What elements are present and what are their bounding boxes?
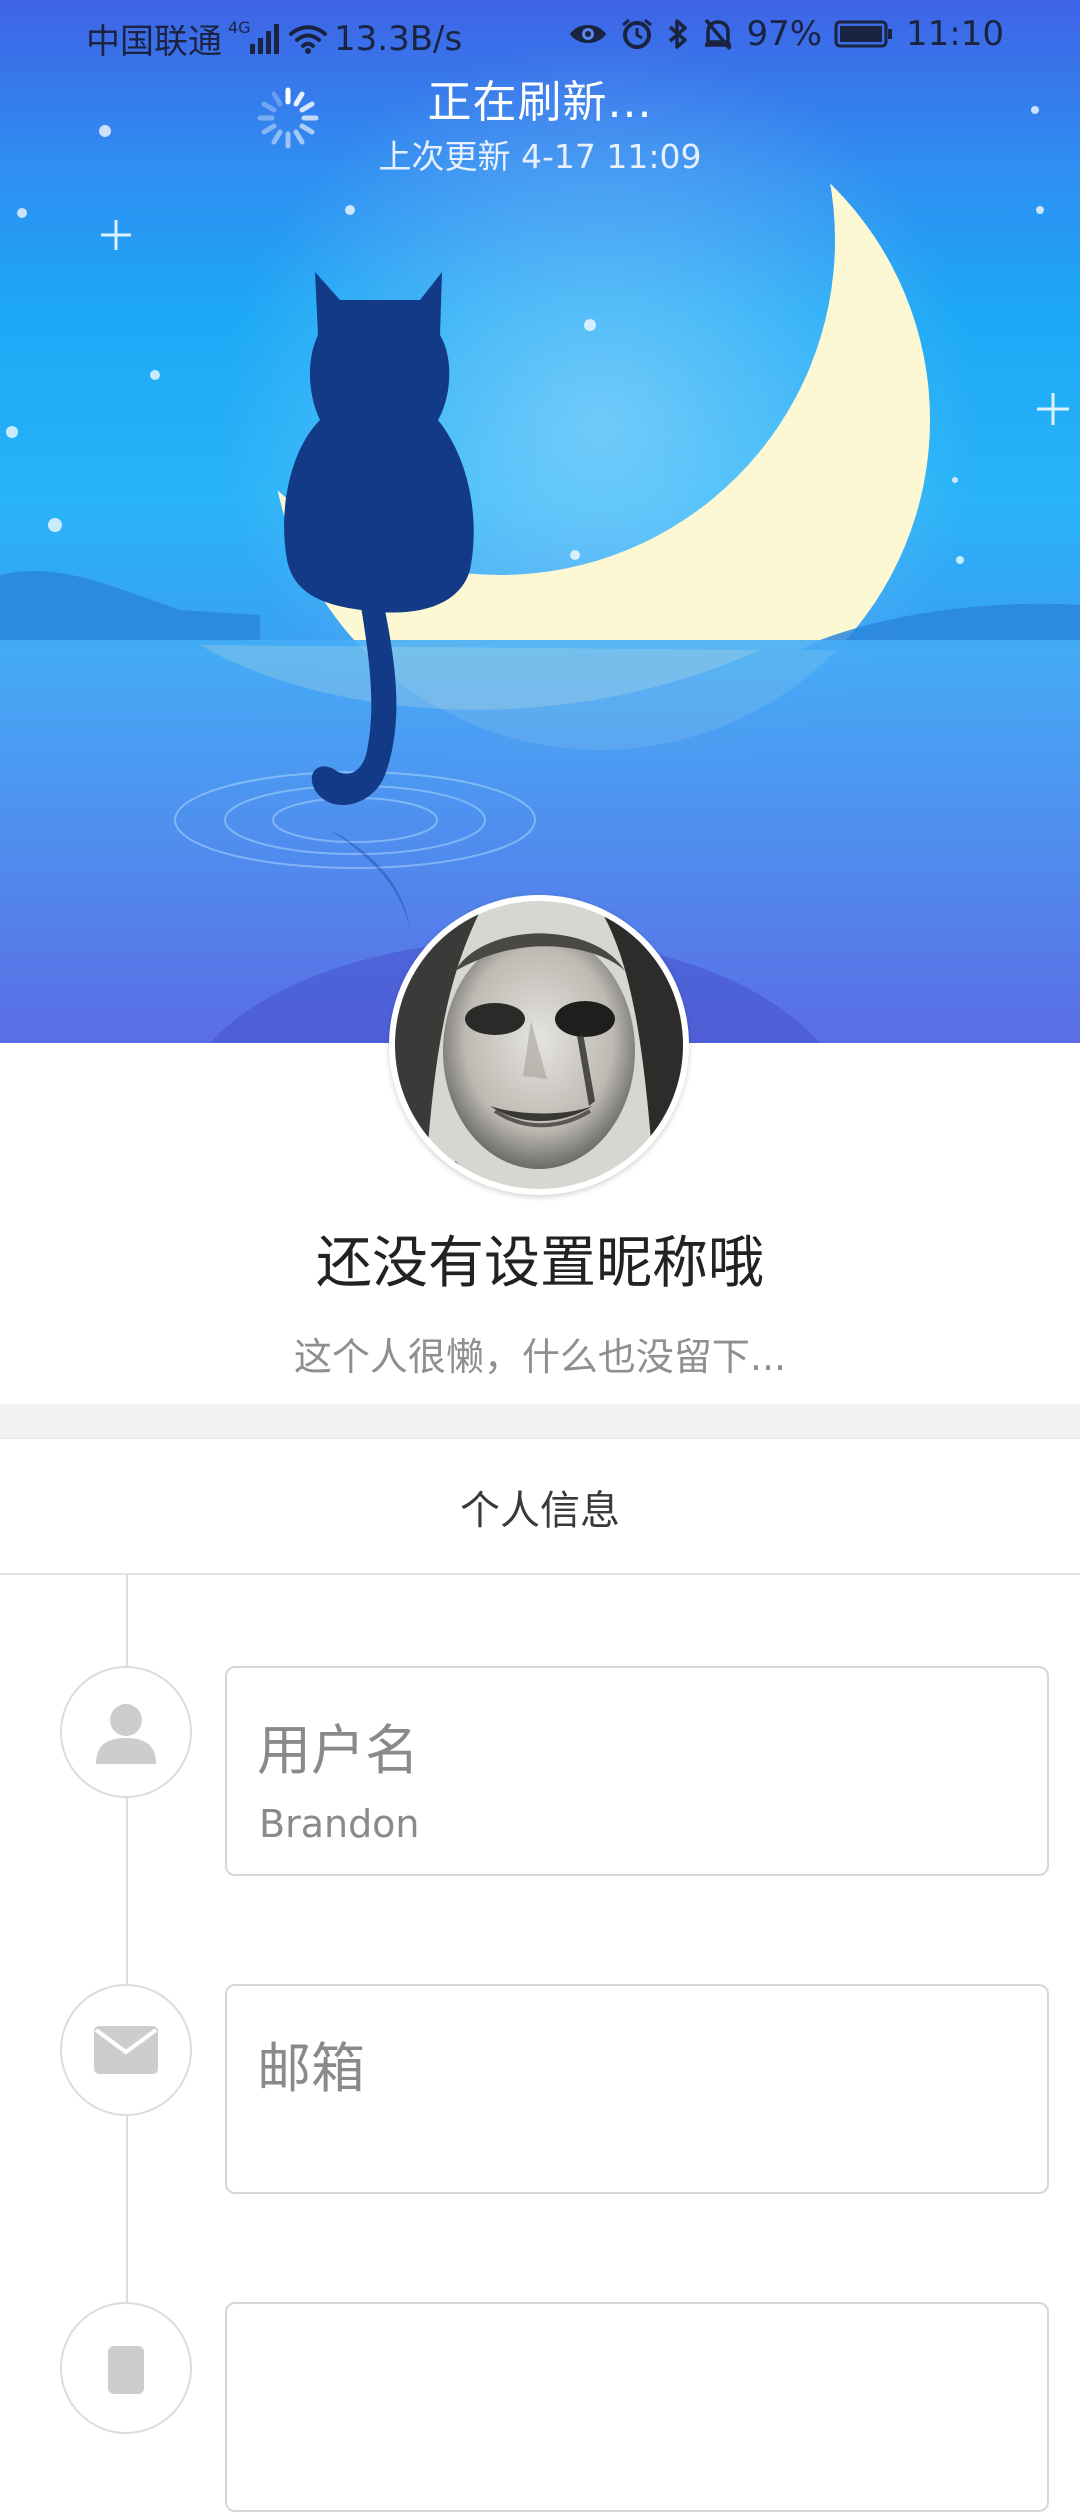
status-bar: 中国联通 4G 13.3B/s 97% 11:10 [0,0,1080,72]
username-field[interactable]: 用户名 Brandon [225,1666,1049,1876]
person-icon [60,1666,192,1798]
username-label: 用户名 [257,1719,419,1782]
alarm-icon [620,17,654,51]
carrier-name: 中国联通 [86,22,222,62]
battery-icon [834,19,894,49]
phone-field[interactable] [225,2302,1049,2512]
email-label: 邮箱 [257,2037,365,2100]
avatar-image [395,901,683,1189]
mute-bell-icon [702,17,734,51]
avatar[interactable] [389,895,689,1195]
section-underline [0,1573,1080,1575]
last-update-time: 上次更新 4-17 11:09 [378,137,702,176]
email-field[interactable]: 邮箱 [225,1984,1049,2194]
network-speed: 13.3B/s [334,18,463,59]
eye-icon [568,19,608,49]
mail-icon [60,1984,192,2116]
bluetooth-icon [666,17,690,51]
section-divider [0,1404,1080,1439]
network-type: 4G [228,17,251,37]
signature[interactable]: 这个人很懒，什么也没留下... [0,1326,1080,1381]
username-value: Brandon [259,1802,420,1846]
refresh-status-title: 正在刷新... [427,77,653,128]
nickname[interactable]: 还没有设置昵称哦 [0,1218,1080,1299]
wifi-icon [288,23,328,55]
phone-icon [60,2302,192,2434]
clock: 11:10 [906,14,1004,54]
signal-icon: 4G [228,18,282,56]
battery-percent: 97% [746,14,823,54]
section-title-personal-info: 个人信息 [460,1488,620,1534]
